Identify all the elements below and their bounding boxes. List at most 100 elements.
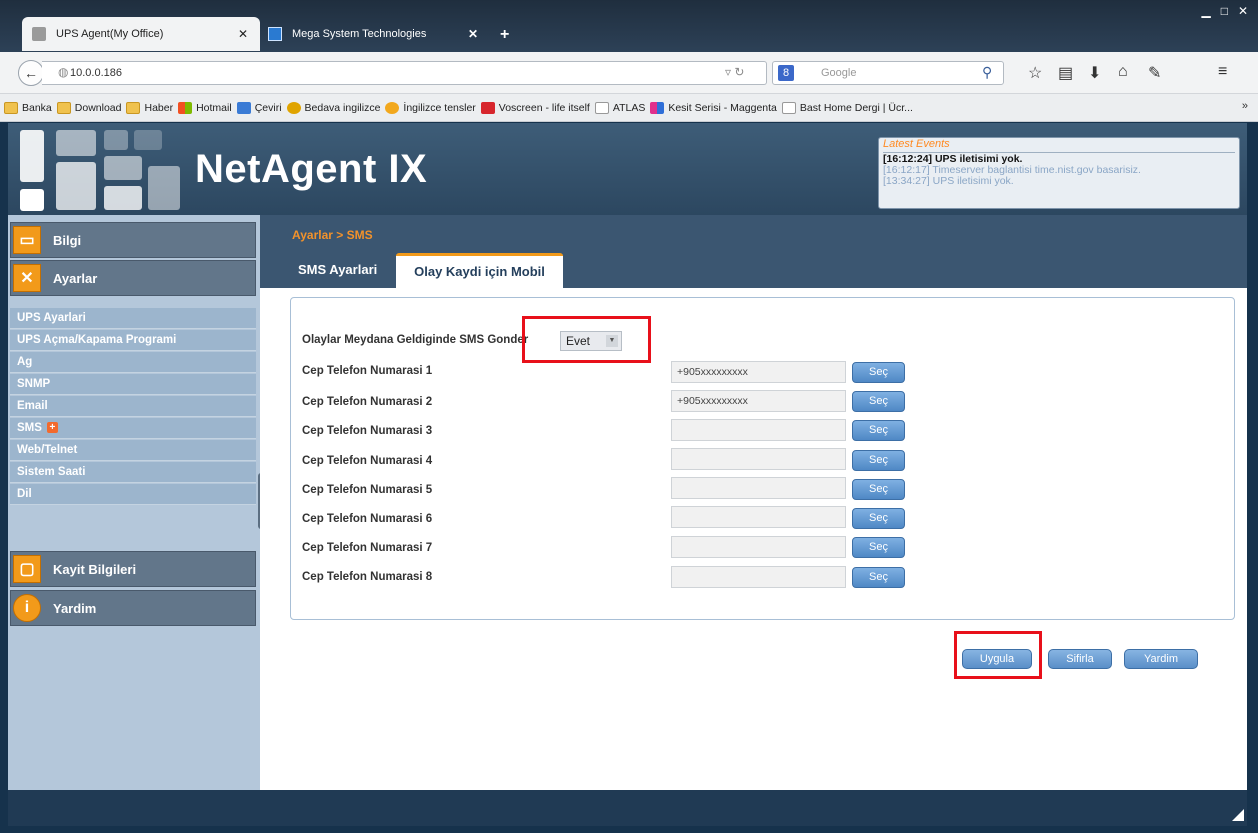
event-item: [16:12:17] Timeserver baglantisi time.ni… xyxy=(883,165,1141,176)
select-phone-button-2[interactable]: Seç xyxy=(852,391,905,412)
phone-field-6[interactable] xyxy=(671,506,846,528)
tab-olay-kaydi-mobil[interactable]: Olay Kaydi için Mobil xyxy=(396,253,563,289)
minimize-icon[interactable]: ▁ xyxy=(1201,4,1210,18)
address-bar[interactable]: 10.0.0.186 xyxy=(42,61,767,85)
browser-titlebar: UPS Agent(My Office) ✕ Mega System Techn… xyxy=(0,0,1258,52)
bookmark-hotmail[interactable]: Hotmail xyxy=(178,101,232,114)
app-footer xyxy=(8,790,1247,826)
globe-icon: ◍ xyxy=(58,65,69,79)
phone-field-1[interactable]: +905xxxxxxxxx xyxy=(671,361,846,383)
select-phone-button-6[interactable]: Seç xyxy=(852,508,905,529)
event-item: [16:12:24] UPS iletisimi yok. xyxy=(883,154,1023,165)
window-controls: ▁ □ ✕ xyxy=(1201,4,1248,18)
select-phone-button-3[interactable]: Seç xyxy=(852,420,905,441)
bookmark-download[interactable]: Download xyxy=(56,101,121,114)
folder-icon xyxy=(56,101,71,114)
phone-label-2: Cep Telefon Numarasi 2 xyxy=(302,396,433,408)
search-icon[interactable]: ⚲ xyxy=(982,64,992,81)
phone-label-7: Cep Telefon Numarasi 7 xyxy=(302,542,433,554)
phone-label-3: Cep Telefon Numarasi 3 xyxy=(302,425,433,437)
reload-icon[interactable]: ▿ ↻ xyxy=(725,65,744,79)
sidebar-section-kayit-bilgileri[interactable]: ▢ Kayit Bilgileri xyxy=(10,551,256,587)
bookmark-kesit-serisi[interactable]: Kesit Serisi - Maggenta xyxy=(650,101,777,114)
send-sms-label: Olaylar Meydana Geldiginde SMS Gonder xyxy=(302,334,529,346)
back-button[interactable]: ← xyxy=(18,60,44,86)
page-icon xyxy=(781,101,796,114)
resize-grip-icon[interactable] xyxy=(1232,809,1244,821)
tab-ups-agent[interactable]: UPS Agent(My Office) ✕ xyxy=(22,17,260,51)
select-phone-button-5[interactable]: Seç xyxy=(852,479,905,500)
sidebar-item-dil[interactable]: Dil xyxy=(10,484,256,505)
phone-label-5: Cep Telefon Numarasi 5 xyxy=(302,484,433,496)
page-icon xyxy=(594,101,609,114)
sidebar-item-sms[interactable]: SMS + xyxy=(10,418,256,439)
sidebar-item-ag[interactable]: Ag xyxy=(10,352,256,373)
app-title: NetAgent IX xyxy=(195,147,428,191)
reading-list-icon[interactable]: ▤ xyxy=(1058,63,1073,83)
phone-field-7[interactable] xyxy=(671,536,846,558)
plus-icon: + xyxy=(46,422,58,433)
select-phone-button-8[interactable]: Seç xyxy=(852,567,905,588)
phone-field-8[interactable] xyxy=(671,566,846,588)
bookmark-atlas[interactable]: ATLAS xyxy=(594,101,645,114)
tab-mega-system[interactable]: Mega System Technologies ✕ xyxy=(258,17,490,51)
google-search-engine-icon[interactable]: 8 xyxy=(778,65,794,81)
play-icon xyxy=(480,101,495,114)
event-item: [13:34:27] UPS iletisimi yok. xyxy=(883,176,1014,187)
bookmark-ingilizce-tensler[interactable]: İngilizce tensler xyxy=(385,101,476,114)
phone-field-3[interactable] xyxy=(671,419,846,441)
bookmark-banka[interactable]: Banka xyxy=(4,101,52,114)
folder-icon xyxy=(126,101,141,114)
folder-icon: ▢ xyxy=(13,555,41,583)
new-tab-button[interactable]: + xyxy=(500,26,509,44)
sidebar-item-label: SMS xyxy=(17,422,42,434)
sidebar-section-ayarlar[interactable]: ✕ Ayarlar xyxy=(10,260,256,296)
phone-field-5[interactable] xyxy=(671,477,846,499)
phone-field-4[interactable] xyxy=(671,448,846,470)
monitor-icon: ▭ xyxy=(13,226,41,254)
tools-icon: ✕ xyxy=(13,264,41,292)
select-phone-button-7[interactable]: Seç xyxy=(852,537,905,558)
sidebar-item-email[interactable]: Email xyxy=(10,396,256,417)
tab-label: Mega System Technologies xyxy=(292,28,427,40)
select-phone-button-4[interactable]: Seç xyxy=(852,450,905,471)
site-favicon-icon xyxy=(268,27,282,41)
close-window-icon[interactable]: ✕ xyxy=(1238,4,1248,18)
sidebar-section-yardim[interactable]: i Yardim xyxy=(10,590,256,626)
home-icon[interactable]: ⌂ xyxy=(1118,63,1128,81)
sidebar-item-snmp[interactable]: SNMP xyxy=(10,374,256,395)
help-button[interactable]: Yardim xyxy=(1124,649,1198,669)
bookmark-bedava-ingilizce[interactable]: Bedava ingilizce xyxy=(286,101,380,114)
highlight-apply-button xyxy=(954,631,1042,679)
phone-field-2[interactable]: +905xxxxxxxxx xyxy=(671,390,846,412)
bookmark-star-icon[interactable]: ☆ xyxy=(1028,63,1042,83)
breadcrumb: Ayarlar > SMS xyxy=(292,228,373,242)
bookmark-bast-home[interactable]: Bast Home Dergi | Ücr... xyxy=(781,101,913,114)
select-phone-button-1[interactable]: Seç xyxy=(852,362,905,383)
phone-label-8: Cep Telefon Numarasi 8 xyxy=(302,571,433,583)
close-tab-icon[interactable]: ✕ xyxy=(466,27,480,41)
close-tab-icon[interactable]: ✕ xyxy=(236,27,250,41)
menu-icon[interactable]: ≡ xyxy=(1218,63,1227,81)
tab-label: UPS Agent(My Office) xyxy=(56,28,164,40)
events-list: [16:12:24] UPS iletisimi yok. [16:12:17]… xyxy=(883,152,1235,187)
navigation-bar: ← 10.0.0.186 ◍ ▿ ↻ Google 8 ⚲ ☆ ▤ ⬇ ⌂ ✎ … xyxy=(0,52,1258,94)
download-icon[interactable]: ⬇ xyxy=(1088,63,1101,83)
maximize-icon[interactable]: □ xyxy=(1221,4,1228,18)
bookmark-voscreen[interactable]: Voscreen - life itself xyxy=(480,101,590,114)
reset-button[interactable]: Sifirla xyxy=(1048,649,1112,669)
bookmark-haber[interactable]: Haber xyxy=(126,101,173,114)
sidebar-item-ups-ayarlari[interactable]: UPS Ayarlari xyxy=(10,308,256,329)
sidebar-item-sistem-saati[interactable]: Sistem Saati xyxy=(10,462,256,483)
tab-sms-ayarlari[interactable]: SMS Ayarlari xyxy=(298,262,377,277)
sidebar-section-bilgi[interactable]: ▭ Bilgi xyxy=(10,222,256,258)
bookmark-ceviri[interactable]: Çeviri xyxy=(236,101,282,114)
extension-icon[interactable]: ✎ xyxy=(1148,63,1161,83)
search-input[interactable]: Google xyxy=(772,61,1004,85)
windows-icon xyxy=(178,101,193,114)
sidebar-item-web-telnet[interactable]: Web/Telnet xyxy=(10,440,256,461)
sidebar-item-ups-acma-kapama[interactable]: UPS Açma/Kapama Programi xyxy=(10,330,256,351)
bookmarks-overflow-button[interactable]: » xyxy=(1242,100,1248,112)
phone-label-4: Cep Telefon Numarasi 4 xyxy=(302,455,433,467)
highlight-send-sms-select xyxy=(522,316,651,363)
